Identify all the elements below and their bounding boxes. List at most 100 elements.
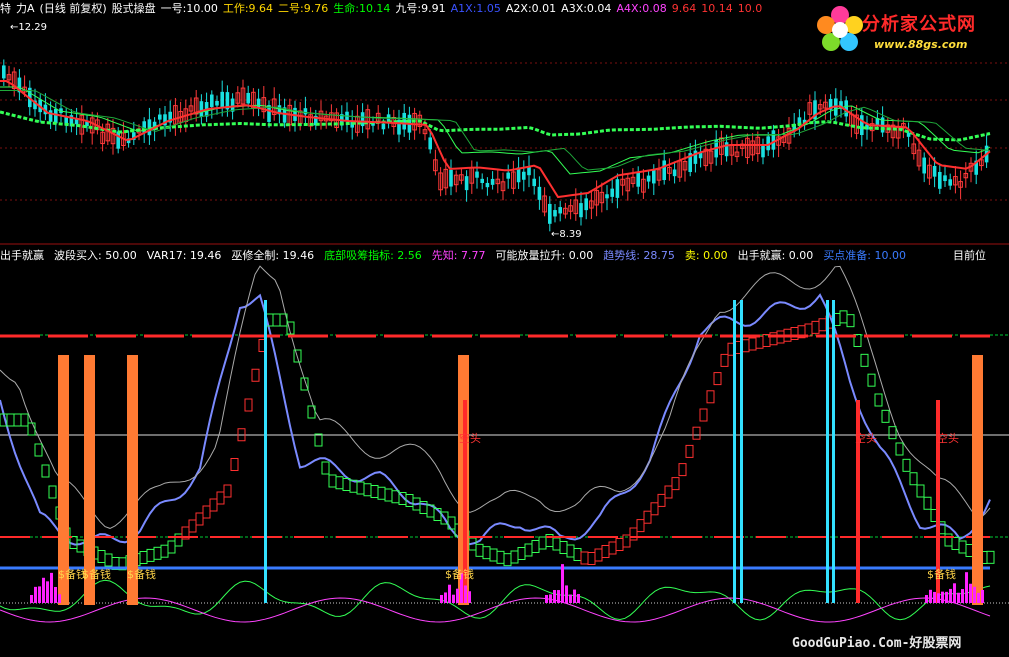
step-box-511 [510,550,519,564]
top-indicator-4: 九号:9.91 [395,2,446,15]
title-prefix: 特 [0,2,11,15]
step-box-630 [629,527,638,541]
candle-body-102 [532,178,536,187]
bottom-indicator-0: 出手就赢 [0,249,44,262]
step-box-714 [713,372,722,386]
candle-body-30 [158,114,162,120]
money-label-3: $备钱 [445,568,474,581]
step-box-966 [965,544,974,557]
candle-body-89 [464,176,469,191]
candle-body-139 [724,142,729,157]
candle-body-182 [948,179,952,186]
step-box-749 [748,337,757,351]
top-indicator-6: A2X:0.01 [505,2,557,15]
candle-body-93 [485,182,490,188]
step-box-322 [321,461,330,475]
candle-body-105 [548,203,552,224]
step-box-196 [195,512,204,526]
magenta-hist-2-545 [545,595,548,603]
logo-url: www.88gs.com [874,38,968,51]
step-box-539 [538,536,547,550]
magenta-hist-2-573 [573,589,576,603]
formula-name: 股式操盘 [111,2,156,15]
step-box-49 [48,485,57,499]
low-price-label: ←8.39 [551,229,582,240]
step-box-147 [146,548,155,562]
magenta-hist-2-561 [561,564,564,603]
magenta-hist-3-929 [929,589,932,603]
candle-body-112 [584,198,588,211]
step-box-791 [790,327,799,340]
step-box-518 [517,547,526,560]
period-label: (日线 前复权) [39,2,107,15]
top-indicator-7: A3X:0.04 [561,2,612,15]
step-box-371 [370,485,379,498]
magenta-hist-1-464 [464,585,467,603]
top-indicator-2: 二号:9.76 [278,2,329,15]
step-box-903 [902,458,911,472]
candle-body-40 [210,94,214,107]
step-box-868 [867,373,876,387]
cyan-bar-1 [733,300,736,603]
top-indicator-10: 10.14 [701,2,733,15]
chart-canvas[interactable] [0,0,1009,657]
step-box-35 [34,443,43,457]
candle-body-129 [672,169,677,177]
magenta-hist-1-456 [456,588,459,603]
step-box-42 [41,464,50,478]
candle-body-181 [943,175,947,182]
step-box-910 [909,472,918,486]
mode-label: 目前位 [953,249,986,262]
step-box-693 [692,426,701,440]
step-box-875 [874,393,883,407]
step-box-21 [20,413,29,427]
magenta-hist-0-30 [30,595,33,603]
magenta-hist-0-46 [46,581,49,603]
magenta-hist-0-38 [38,586,41,603]
step-box-742 [741,339,750,353]
candle-body-177 [922,157,926,174]
bottom-indicator-2: VAR17: 19.46 [146,249,222,262]
step-box-952 [951,537,960,550]
step-box-805 [804,323,813,337]
top-indicator-8: A4X:0.08 [616,2,667,15]
candle-body-73 [381,123,386,130]
step-box-847 [846,314,855,328]
step-box-14 [13,413,22,427]
step-box-819 [818,318,827,332]
magenta-hist-2-577 [577,594,580,603]
candle-body-22 [116,131,120,149]
magenta-hist-3-969 [969,583,972,603]
step-box-840 [839,310,848,324]
step-box-252 [251,368,260,382]
magenta-hist-1-468 [468,591,471,603]
stock-name: 力A [16,2,35,15]
step-box-336 [335,476,344,490]
magenta-hist-0-50 [50,572,53,603]
candle-body-107 [558,207,562,214]
magenta-hist-3-945 [945,591,948,603]
magenta-hist-2-569 [569,594,572,603]
candle-body-117 [610,188,614,197]
magenta-hist-3-953 [953,583,956,603]
candle-body-94 [490,178,495,185]
magenta-hist-3-933 [933,591,936,603]
step-box-28 [27,422,36,436]
step-box-210 [209,498,218,512]
step-box-497 [496,550,505,564]
money-label-1: $备钱 [82,568,111,581]
candle-body-82 [428,137,432,150]
magenta-hist-0-58 [58,594,61,603]
step-box-588 [587,552,596,565]
step-box-329 [328,474,337,488]
candle-body-125 [652,169,656,184]
cyan-bar-3 [826,300,829,603]
step-box-602 [601,545,610,558]
high-price-label: ←12.29 [10,22,48,33]
step-box-364 [363,483,372,497]
bottom-indicator-header: 出手就赢 波段买入: 50.00 VAR17: 19.46 巫修全制: 19.46 底部… [0,249,1009,262]
cyan-bar-0 [264,300,267,603]
cyan-bar-2 [740,300,743,603]
candle-body-38 [199,101,204,117]
magenta-hist-1-444 [444,592,447,603]
